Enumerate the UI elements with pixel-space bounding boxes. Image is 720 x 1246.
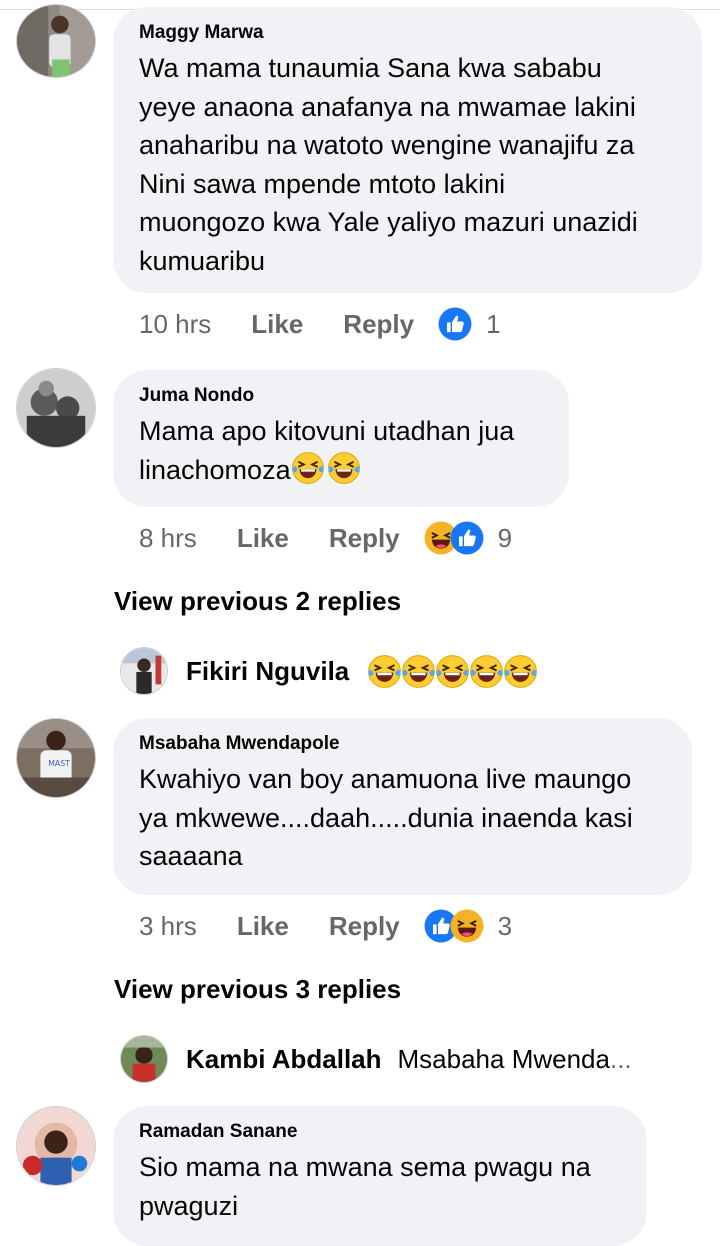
comment-time[interactable]: 10 hrs bbox=[139, 309, 211, 340]
comment-bubble: Juma Nondo Mama apo kitovuni utadhan jua… bbox=[113, 370, 569, 507]
reply-snippet: Msabaha Mwenda bbox=[397, 1043, 610, 1074]
reply-button[interactable]: Reply bbox=[329, 911, 400, 942]
view-previous-replies[interactable]: View previous 3 replies bbox=[114, 974, 401, 1005]
comment-bubble: Msabaha Mwendapole Kwahiyo van boy anamu… bbox=[113, 718, 692, 895]
reaction-count: 3 bbox=[497, 910, 513, 941]
reaction-count: 1 bbox=[486, 308, 501, 339]
comment-line: Mama apo kitovuni utadhan jua bbox=[139, 416, 515, 446]
laughing-tears-emoji bbox=[291, 451, 325, 485]
avatar bbox=[120, 647, 168, 695]
laughing-tears-emoji bbox=[327, 451, 361, 485]
comment-actions: 10 hrs Like Reply 1 bbox=[139, 307, 501, 341]
laughing-tears-emoji bbox=[503, 654, 538, 689]
like-button[interactable]: Like bbox=[251, 309, 303, 340]
comment-author[interactable]: Juma Nondo bbox=[139, 384, 543, 408]
comment-author[interactable]: Msabaha Mwendapole bbox=[139, 732, 666, 756]
comment-line: ya mkwewe....daah.....dunia inaenda kasi bbox=[139, 802, 633, 833]
reply-preview[interactable]: Fikiri Nguvila bbox=[120, 647, 538, 695]
comment-bubble: Ramadan Sanane Sio mama na mwana sema pw… bbox=[113, 1106, 647, 1246]
like-icon bbox=[438, 307, 472, 341]
comment-time[interactable]: 3 hrs bbox=[139, 911, 197, 942]
comment-line: Kwahiyo van boy anamuona live maungo bbox=[139, 764, 632, 794]
laughing-tears-emoji bbox=[367, 654, 402, 689]
reaction-summary[interactable]: 3 bbox=[424, 909, 512, 943]
reaction-summary[interactable]: 9 bbox=[424, 521, 512, 555]
comment-actions: 8 hrs Like Reply 9 bbox=[139, 521, 512, 555]
comment-line: muongozo kwa Yale yaliyo mazuri unazidi bbox=[139, 207, 638, 237]
comment-line: Wa mama tunaumia Sana kwa sababu bbox=[139, 53, 602, 83]
laughing-tears-emoji bbox=[469, 654, 504, 689]
reply-author: Fikiri Nguvila bbox=[186, 655, 350, 686]
comment-line: saaaana bbox=[139, 841, 243, 871]
avatar[interactable]: MAST bbox=[16, 718, 96, 798]
comment-line: yeye anaona anafanya na mwamae lakini bbox=[139, 91, 636, 122]
comment-time[interactable]: 8 hrs bbox=[139, 523, 197, 554]
comment-actions: 3 hrs Like Reply 3 bbox=[139, 909, 512, 943]
reaction-count: 9 bbox=[497, 522, 513, 553]
comment-author[interactable]: Maggy Marwa bbox=[139, 21, 676, 45]
comment-line: Nini sawa mpende mtoto lakini bbox=[139, 168, 506, 199]
comment-line: kumuaribu bbox=[139, 245, 266, 276]
comment-line: Sio mama na mwana sema pwagu na bbox=[139, 1152, 591, 1182]
reply-button[interactable]: Reply bbox=[329, 523, 400, 554]
like-button[interactable]: Like bbox=[237, 523, 289, 554]
svg-text:MAST: MAST bbox=[48, 759, 70, 768]
comment-bubble: Maggy Marwa Wa mama tunaumia Sana kwa sa… bbox=[113, 7, 702, 293]
view-previous-replies[interactable]: View previous 2 replies bbox=[114, 586, 401, 617]
comment-author[interactable]: Ramadan Sanane bbox=[139, 1120, 621, 1144]
laughing-tears-emoji bbox=[401, 654, 436, 689]
avatar[interactable] bbox=[16, 1106, 96, 1186]
haha-icon bbox=[450, 909, 484, 943]
avatar[interactable] bbox=[16, 4, 96, 78]
comment-line: pwaguzi bbox=[139, 1190, 239, 1221]
avatar[interactable] bbox=[16, 368, 96, 448]
reaction-summary[interactable]: 1 bbox=[438, 307, 501, 341]
like-button[interactable]: Like bbox=[237, 911, 289, 942]
comment-line: anaharibu na watoto wengine wanajifu za bbox=[139, 130, 635, 160]
reply-ellipsis: ... bbox=[609, 1043, 632, 1074]
like-icon bbox=[450, 521, 484, 555]
reply-button[interactable]: Reply bbox=[343, 309, 414, 340]
comment-line: linachomoza bbox=[139, 454, 291, 485]
avatar bbox=[120, 1035, 168, 1083]
reply-author: Kambi Abdallah bbox=[186, 1043, 382, 1074]
reply-preview[interactable]: Kambi Abdallah Msabaha Mwenda... bbox=[120, 1035, 632, 1083]
laughing-tears-emoji bbox=[435, 654, 470, 689]
